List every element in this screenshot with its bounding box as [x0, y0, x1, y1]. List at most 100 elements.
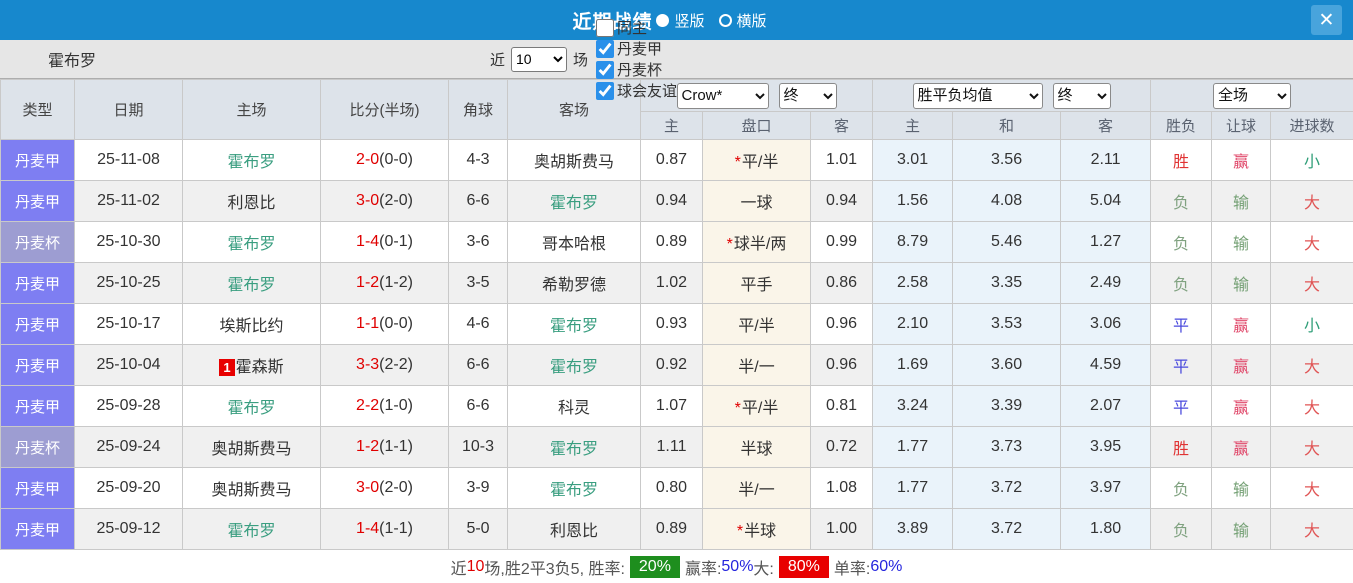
result-wdl: 平: [1150, 344, 1213, 386]
eu-away-odds: 5.04: [1060, 180, 1152, 222]
date-cell: 25-11-08: [74, 139, 183, 181]
result-handicap: 赢: [1211, 426, 1272, 468]
view-option-label: 竖版: [674, 12, 705, 30]
eu-time-select[interactable]: 终: [1052, 82, 1111, 109]
halftime-score: (1-1): [379, 520, 413, 537]
match-row: 丹麦甲 25-11-08 霍布罗 2-0(0-0) 4-3 奥胡斯费马 0.87 *平/半 1.…: [0, 139, 1353, 181]
filter-checkbox-item[interactable]: 丹麦杯: [588, 59, 677, 80]
footer-stat: 10: [466, 557, 485, 575]
ah-away-odds: 0.94: [809, 180, 874, 222]
ah-away-odds: 1.01: [809, 139, 874, 181]
eu-home-odds: 1.56: [872, 180, 954, 222]
eu-away-odds: 1.27: [1060, 221, 1152, 263]
type-cell: 丹麦甲: [0, 385, 75, 427]
fulltime-score: 1-1: [356, 315, 380, 332]
result-wdl: 平: [1150, 303, 1213, 345]
type-cell: 丹麦甲: [0, 303, 75, 345]
scope-select[interactable]: 全场: [1213, 82, 1292, 109]
score-cell: 1-4(0-1): [320, 221, 449, 263]
filter-checkbox-item[interactable]: 同主: [588, 17, 677, 38]
eu-draw-odds: 3.39: [952, 385, 1062, 427]
result-handicap: 输: [1211, 180, 1272, 222]
date-cell: 25-10-25: [74, 262, 183, 304]
filter-checkbox-label: 同主: [617, 20, 648, 37]
type-cell: 丹麦甲: [0, 262, 75, 304]
result-handicap: 输: [1211, 221, 1272, 263]
halftime-score: (0-0): [379, 315, 413, 332]
eu-source-select[interactable]: 胜平负均值: [912, 82, 1043, 109]
result-wdl: 平: [1150, 385, 1213, 427]
filter-checkbox[interactable]: [596, 18, 615, 37]
home-team-name: 霍布罗: [227, 236, 276, 253]
ah-line: 半/一: [702, 467, 811, 509]
recent-results-panel: 近期战绩 竖版 横版 ✕ 霍布罗 近 10 场 同主 丹麦甲 丹麦杯 球会友谊 类型 日: [0, 0, 1353, 583]
close-icon: ✕: [1318, 9, 1335, 31]
ah-line: 平手: [702, 262, 811, 304]
filter-checkbox[interactable]: [596, 81, 615, 100]
handicap-line: 半球: [744, 523, 777, 540]
filter-controls: 近 10 场 同主 丹麦甲 丹麦杯 球会友谊: [490, 17, 677, 101]
result-scope-group: 全场: [1150, 79, 1353, 112]
eu-away-odds: 4.59: [1060, 344, 1152, 386]
subcol-ah-away: 客: [809, 111, 874, 140]
date-cell: 25-10-17: [74, 303, 183, 345]
col-header-home: 主场: [182, 79, 321, 140]
filter-checkbox-item[interactable]: 球会友谊: [588, 80, 677, 101]
ah-away-odds: 0.96: [809, 344, 874, 386]
ah-line: 半球: [702, 426, 811, 468]
corners-cell: 5-0: [448, 508, 508, 550]
footer-stat: 赢率:: [684, 560, 722, 578]
handicap-line: 球半/两: [733, 236, 787, 253]
recent-count-select[interactable]: 10: [511, 46, 568, 72]
match-row: 丹麦甲 25-11-02 利恩比 3-0(2-0) 6-6 霍布罗 0.94 一球 0.94 1.…: [0, 180, 1353, 222]
result-handicap: 输: [1211, 508, 1272, 550]
ah-away-odds: 1.00: [809, 508, 874, 550]
handicap-line: 平手: [740, 277, 773, 294]
away-team-name: 哥本哈根: [541, 236, 606, 253]
result-handicap: 赢: [1211, 385, 1272, 427]
filter-checkbox-label: 丹麦杯: [617, 62, 663, 79]
subcol-wdl: 胜负: [1150, 111, 1213, 140]
league-filter-checkboxes: 同主 丹麦甲丹麦杯 球会友谊: [588, 17, 677, 101]
result-wdl: 胜: [1150, 139, 1213, 181]
away-team-name: 霍布罗: [549, 441, 598, 458]
home-team-cell: 奥胡斯费马: [182, 426, 321, 468]
result-handicap: 赢: [1211, 139, 1272, 181]
score-cell: 2-2(1-0): [320, 385, 449, 427]
bookmaker-select[interactable]: Crow*: [676, 82, 769, 109]
ah-home-odds: 0.80: [640, 467, 703, 509]
result-goals: 大: [1270, 221, 1353, 263]
filterbar: 霍布罗 近 10 场 同主 丹麦甲 丹麦杯 球会友谊: [0, 18, 1353, 100]
ah-away-odds: 0.99: [809, 221, 874, 263]
result-goals: 大: [1270, 385, 1353, 427]
ah-time-select[interactable]: 终: [778, 82, 837, 109]
halftime-score: (1-1): [379, 438, 413, 455]
away-team-cell: 霍布罗: [507, 426, 641, 468]
ah-line: 半/一: [702, 344, 811, 386]
eu-draw-odds: 3.35: [952, 262, 1062, 304]
footer-stat: 近: [450, 560, 467, 578]
ah-line: 平/半: [702, 303, 811, 345]
eu-draw-odds: 3.60: [952, 344, 1062, 386]
result-goals: 大: [1270, 508, 1353, 550]
handicap-line: 平/半: [741, 400, 779, 417]
filter-checkbox-item[interactable]: 丹麦甲: [588, 38, 677, 59]
ah-home-odds: 1.11: [640, 426, 703, 468]
home-team-name: 霍布罗: [227, 400, 276, 417]
fulltime-score: 1-2: [356, 438, 380, 455]
result-goals: 大: [1270, 180, 1353, 222]
eu-draw-odds: 3.72: [952, 508, 1062, 550]
ah-away-odds: 1.08: [809, 467, 874, 509]
view-option-unselected[interactable]: 横版: [718, 10, 767, 31]
match-row: 丹麦杯 25-09-24 奥胡斯费马 1-2(1-1) 10-3 霍布罗 1.11 半球 0.7…: [0, 426, 1353, 468]
corners-cell: 3-9: [448, 467, 508, 509]
filter-checkbox[interactable]: [596, 39, 615, 58]
away-team-name: 霍布罗: [549, 482, 598, 499]
changed-line-star: *: [736, 523, 744, 540]
ah-line: *平/半: [702, 139, 811, 181]
corners-cell: 3-6: [448, 221, 508, 263]
match-row: 丹麦甲 25-10-17 埃斯比约 1-1(0-0) 4-6 霍布罗 0.93 平/半 0.96…: [0, 303, 1353, 345]
filter-checkbox[interactable]: [596, 60, 615, 79]
close-button[interactable]: ✕: [1311, 5, 1342, 35]
eu-home-odds: 3.01: [872, 139, 954, 181]
